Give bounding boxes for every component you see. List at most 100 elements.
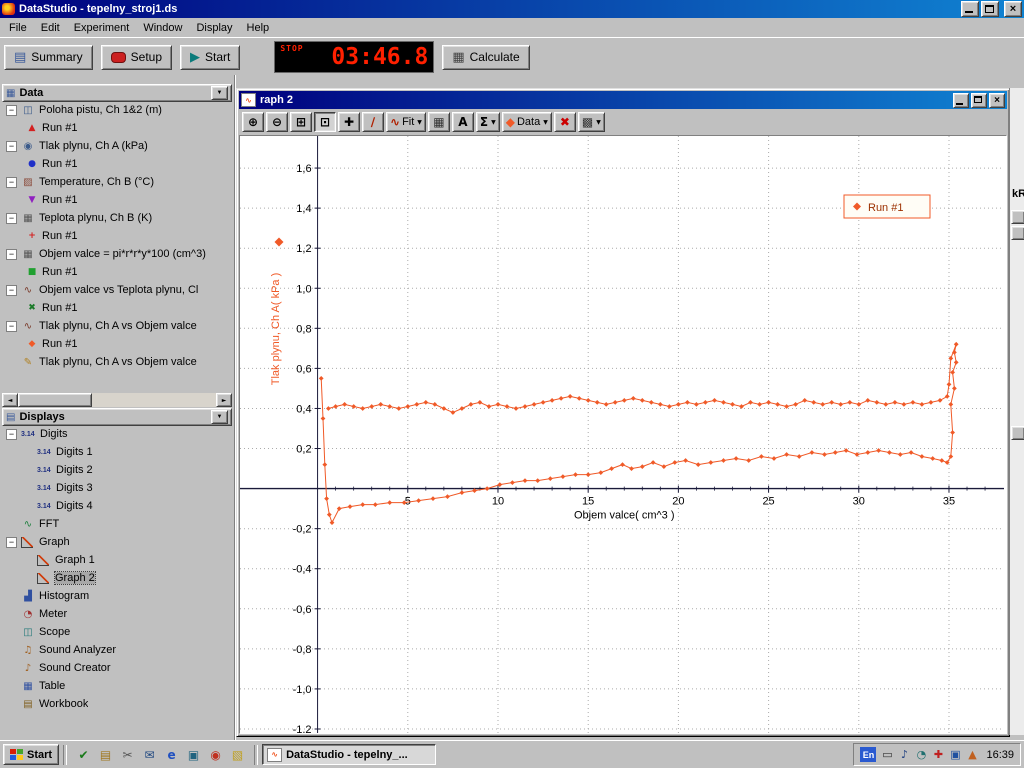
data-source-item[interactable]: −▦Teplota plynu, Ch B (K) (2, 209, 232, 227)
display-item-meter[interactable]: ◔Meter (2, 605, 232, 623)
tree-expander-icon[interactable]: − (6, 429, 17, 440)
display-item-digits[interactable]: −3.14Digits (2, 425, 232, 443)
graph-maximize-button[interactable] (971, 93, 987, 108)
run-item[interactable]: ▼Run #1 (2, 191, 232, 209)
folder-icon[interactable]: ▧ (229, 746, 246, 763)
display-item-workbook[interactable]: ▤Workbook (2, 695, 232, 713)
plot-area[interactable]: 1,61,41,21,00,80,60,40,2-0,2-0,4-0,6-0,8… (239, 135, 1007, 734)
start-button-toolbar[interactable]: ▶ Start (180, 45, 240, 70)
start-button[interactable]: Start (3, 744, 59, 765)
scroll-right-button[interactable]: ► (216, 393, 232, 407)
run-item[interactable]: ✖Run #1 (2, 299, 232, 317)
setup-button[interactable]: Setup (101, 45, 172, 70)
data-source-item[interactable]: −◉Tlak plynu, Ch A (kPa) (2, 137, 232, 155)
scheduler-icon[interactable]: ◔ (914, 748, 928, 761)
displays-panel-collapse-button[interactable]: ▼ (211, 410, 228, 424)
menu-edit[interactable]: Edit (34, 20, 67, 36)
scroll-thumb[interactable] (18, 393, 92, 407)
run-item[interactable]: +Run #1 (2, 227, 232, 245)
minimize-button[interactable] (961, 1, 979, 17)
fit-button[interactable]: ∿Fit▼ (386, 112, 426, 132)
data-button[interactable]: ◆Data▼ (502, 112, 552, 132)
menu-display[interactable]: Display (189, 20, 239, 36)
data-source-item[interactable]: −∿Objem valce vs Teplota plynu, Cl (2, 281, 232, 299)
menu-experiment[interactable]: Experiment (67, 20, 137, 36)
graph-minimize-button[interactable] (953, 93, 969, 108)
menu-file[interactable]: File (2, 20, 34, 36)
dropdown-arrow-icon[interactable]: ▼ (491, 119, 496, 126)
menu-window[interactable]: Window (136, 20, 189, 36)
background-mini-button[interactable] (1011, 226, 1024, 240)
scale-to-fit-button[interactable]: ⊡ (314, 112, 336, 132)
calculator-button[interactable]: ▦ (428, 112, 450, 132)
smart-tool-button[interactable]: ✚ (338, 112, 360, 132)
dropdown-arrow-icon[interactable]: ▼ (596, 119, 601, 126)
slope-tool-button[interactable]: ∕ (362, 112, 384, 132)
tree-expander-icon[interactable]: − (6, 249, 17, 260)
tree-expander-icon[interactable]: − (6, 141, 17, 152)
display-item-digits-2[interactable]: 3.14Digits 2 (2, 461, 232, 479)
antivirus-icon[interactable]: ✚ (931, 748, 945, 761)
browser-icon[interactable]: e (163, 746, 180, 763)
data-source-item[interactable]: −▦Objem valce = pi*r*r*y*100 (cm^3) (2, 245, 232, 263)
display-item-digits-4[interactable]: 3.14Digits 4 (2, 497, 232, 515)
data-source-item[interactable]: −∿Tlak plynu, Ch A vs Objem valce (2, 317, 232, 335)
run-item[interactable]: ■Run #1 (2, 263, 232, 281)
summary-button[interactable]: ▤ Summary (4, 45, 93, 70)
mail-icon[interactable]: ✉ (141, 746, 158, 763)
scroll-left-button[interactable]: ◄ (2, 393, 18, 407)
cut-icon[interactable]: ✂ (119, 746, 136, 763)
tree-expander-icon[interactable]: − (6, 213, 17, 224)
text-annotation-button[interactable]: A (452, 112, 474, 132)
zoom-in-button[interactable]: ⊕ (242, 112, 264, 132)
menu-help[interactable]: Help (240, 20, 277, 36)
display-item-sound-analyzer[interactable]: ♫Sound Analyzer (2, 641, 232, 659)
display-item-fft[interactable]: ∿FFT (2, 515, 232, 533)
shield-icon[interactable]: ▲ (965, 748, 979, 761)
close-button[interactable]: × (1004, 1, 1022, 17)
background-mini-button[interactable] (1011, 210, 1024, 224)
display-item-graph-2[interactable]: Graph 2 (2, 569, 232, 587)
keyboard-icon[interactable]: ▭ (880, 748, 894, 761)
media-icon[interactable]: ◉ (207, 746, 224, 763)
dropdown-arrow-icon[interactable]: ▼ (417, 119, 422, 126)
desktop-icon[interactable]: ▣ (185, 746, 202, 763)
zoom-out-button[interactable]: ⊖ (266, 112, 288, 132)
data-source-item[interactable]: ✎Tlak plynu, Ch A vs Objem valce (2, 353, 232, 371)
maximize-button[interactable] (981, 1, 999, 17)
tree-expander-icon[interactable]: − (6, 177, 17, 188)
background-window-sliver[interactable]: kR (1009, 88, 1024, 735)
accept-icon[interactable]: ✔ (75, 746, 92, 763)
statistics-button[interactable]: Σ▼ (476, 112, 500, 132)
display-item-digits-1[interactable]: 3.14Digits 1 (2, 443, 232, 461)
data-source-item[interactable]: −◫Poloha pistu, Ch 1&2 (m) (2, 101, 232, 119)
data-panel-collapse-button[interactable]: ▼ (211, 86, 228, 100)
monitor-icon[interactable]: ▣ (948, 748, 962, 761)
tree-expander-icon[interactable]: − (6, 537, 17, 548)
display-item-sound-creator[interactable]: ♪Sound Creator (2, 659, 232, 677)
tree-expander-icon[interactable]: − (6, 321, 17, 332)
graph-close-button[interactable]: × (989, 93, 1005, 108)
calculate-button[interactable]: ▦ Calculate (442, 45, 529, 70)
settings-button[interactable]: ▩▼ (578, 112, 605, 132)
display-item-scope[interactable]: ◫Scope (2, 623, 232, 641)
run-item[interactable]: ▲Run #1 (2, 119, 232, 137)
dropdown-arrow-icon[interactable]: ▼ (543, 119, 548, 126)
graph-window-titlebar[interactable]: ∿ raph 2 × (239, 91, 1007, 109)
background-mini-button[interactable] (1011, 426, 1024, 440)
data-horizontal-scrollbar[interactable]: ◄ ► (2, 393, 232, 407)
zoom-select-button[interactable]: ⊞ (290, 112, 312, 132)
tree-expander-icon[interactable]: − (6, 285, 17, 296)
language-indicator[interactable]: En (860, 747, 876, 762)
volume-icon[interactable]: ♪ (897, 748, 911, 761)
scroll-track[interactable] (92, 393, 216, 407)
delete-button[interactable]: ✖ (554, 112, 576, 132)
data-source-item[interactable]: −▨Temperature, Ch B (°C) (2, 173, 232, 191)
display-item-graph-1[interactable]: Graph 1 (2, 551, 232, 569)
taskbar-task-datastudio[interactable]: ∿ DataStudio - tepelny_... (262, 744, 436, 765)
display-item-histogram[interactable]: ▟Histogram (2, 587, 232, 605)
run-item[interactable]: ●Run #1 (2, 155, 232, 173)
notes-icon[interactable]: ▤ (97, 746, 114, 763)
run-item[interactable]: ◆Run #1 (2, 335, 232, 353)
display-item-graph[interactable]: −Graph (2, 533, 232, 551)
